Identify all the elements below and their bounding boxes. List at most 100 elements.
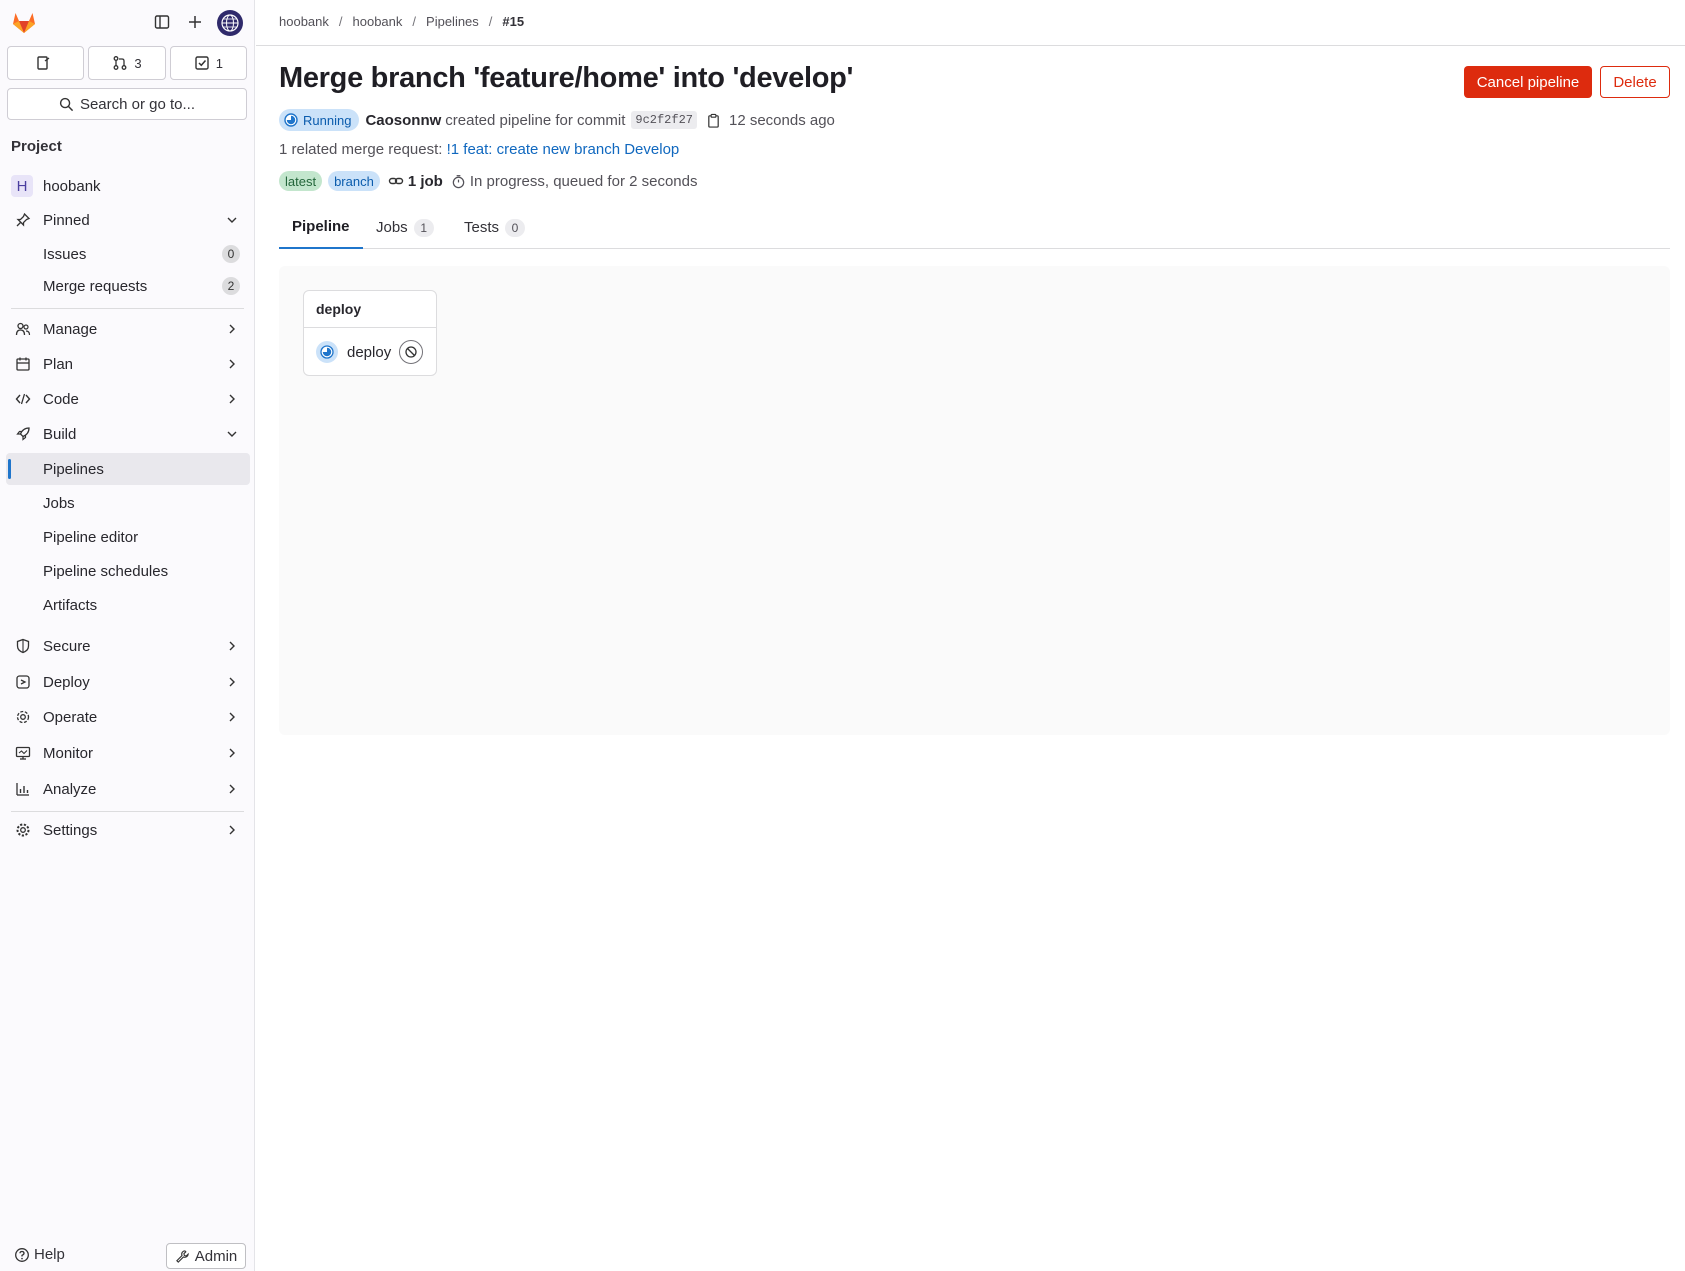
status-badge[interactable]: Running: [279, 109, 360, 131]
cloud-gear-icon: [14, 708, 32, 726]
breadcrumb-item[interactable]: hoobank: [353, 14, 403, 29]
sidebar-section-title: Project: [11, 138, 62, 155]
todo-icon: [195, 56, 209, 70]
sidebar: 3 1 Search or go to... Project H hoobank…: [0, 0, 255, 1271]
search-label: Search or go to...: [79, 95, 196, 113]
issues-icon: [36, 56, 50, 70]
pipeline-graph: deploy deploy: [279, 266, 1670, 735]
sidebar-item-jobs[interactable]: Jobs: [6, 487, 250, 519]
tab-jobs[interactable]: Jobs 1: [364, 206, 446, 249]
sidebar-item-analyze[interactable]: Analyze: [6, 773, 250, 805]
pinned-label: Pinned: [43, 211, 90, 229]
sidebar-item-pipelines[interactable]: Pipelines: [6, 453, 250, 485]
running-status-icon: [284, 113, 298, 127]
branch-badge[interactable]: branch: [328, 171, 380, 191]
admin-label: Admin: [194, 1247, 238, 1265]
chevron-right-icon: [229, 324, 235, 334]
search-button[interactable]: Search or go to...: [7, 88, 247, 120]
sidebar-item-label: Jobs: [43, 494, 75, 512]
sidebar-item-settings[interactable]: Settings: [6, 814, 250, 846]
cancel-pipeline-button[interactable]: Cancel pipeline: [1464, 66, 1592, 98]
related-merge-request: 1 related merge request: !1 feat: create…: [279, 141, 679, 158]
sidebar-item-secure[interactable]: Secure: [6, 630, 250, 662]
merge-requests-counter-button[interactable]: 3: [88, 46, 166, 80]
sidebar-counters: 3 1: [7, 46, 247, 80]
sidebar-item-pipeline-editor[interactable]: Pipeline editor: [6, 521, 250, 553]
status-label: Running: [303, 112, 352, 128]
sidebar-item-deploy[interactable]: Deploy: [6, 666, 250, 698]
tab-tests[interactable]: Tests 0: [452, 206, 537, 249]
plus-icon[interactable]: [183, 10, 207, 34]
time-ago: 12 seconds ago: [728, 111, 835, 129]
sidebar-divider: [11, 811, 244, 812]
job-item[interactable]: deploy: [316, 339, 424, 365]
stage-column: deploy deploy: [303, 290, 437, 376]
tab-pipeline[interactable]: Pipeline: [279, 206, 363, 249]
chevron-right-icon: [229, 748, 235, 758]
breadcrumb-separator: /: [338, 14, 343, 29]
sidebar-item-label: Deploy: [43, 673, 90, 691]
sidebar-item-label: Merge requests: [43, 277, 148, 295]
cancel-job-button[interactable]: [399, 340, 424, 364]
cancel-icon: [405, 346, 417, 358]
sidebar-item-label: Secure: [43, 637, 91, 655]
delete-button[interactable]: Delete: [1600, 66, 1670, 98]
project-name: hoobank: [43, 177, 101, 195]
tab-label: Tests: [464, 219, 500, 236]
breadcrumb-item[interactable]: Pipelines: [426, 14, 479, 29]
users-icon: [14, 320, 32, 338]
issues-counter-button[interactable]: [7, 46, 85, 80]
author-link[interactable]: Caosonnw: [365, 112, 441, 129]
help-icon: [15, 1247, 29, 1262]
issues-count-badge: 0: [222, 245, 240, 263]
search-icon: [59, 97, 74, 111]
sidebar-item-manage[interactable]: Manage: [6, 313, 250, 345]
breadcrumb: hoobank / hoobank / Pipelines / #15: [279, 14, 524, 29]
related-merge-request-link[interactable]: !1 feat: create new branch Develop: [447, 141, 680, 158]
page-title: Merge branch 'feature/home' into 'develo…: [279, 62, 854, 94]
commit-sha-link[interactable]: 9c2f2f27: [631, 111, 697, 129]
chevron-down-icon: [227, 431, 237, 437]
sidebar-item-label: Pipeline editor: [43, 528, 139, 546]
sidebar-item-code[interactable]: Code: [6, 383, 250, 415]
deploy-icon: [14, 673, 32, 691]
sidebar-item-plan[interactable]: Plan: [6, 348, 250, 380]
admin-button[interactable]: Admin: [166, 1243, 246, 1269]
chevron-right-icon: [229, 712, 235, 722]
chevron-right-icon: [229, 394, 235, 404]
sidebar-item-label: Manage: [43, 320, 98, 338]
gitlab-logo-icon[interactable]: [10, 8, 38, 36]
jobs-count: 1 job: [388, 173, 443, 190]
shield-icon: [14, 637, 32, 655]
help-button[interactable]: Help: [14, 1246, 65, 1263]
todos-counter-button[interactable]: 1: [169, 46, 247, 80]
sidebar-item-artifacts[interactable]: Artifacts: [6, 589, 250, 621]
sidebar-item-pinned[interactable]: Pinned: [6, 204, 250, 236]
copy-icon[interactable]: [706, 113, 721, 128]
sidebar-item-label: Pipelines: [43, 460, 104, 478]
toggle-sidebar-icon[interactable]: [150, 10, 174, 34]
progress-text: In progress, queued for 2 seconds: [469, 172, 698, 190]
latest-badge[interactable]: latest: [279, 171, 323, 191]
job-name: deploy: [347, 343, 392, 361]
pin-icon: [14, 211, 32, 229]
sidebar-item-operate[interactable]: Operate: [6, 701, 250, 733]
calendar-icon: [14, 355, 32, 373]
breadcrumb-item[interactable]: hoobank: [279, 14, 329, 29]
breadcrumb-current[interactable]: #15: [502, 14, 524, 29]
breadcrumb-separator: /: [488, 14, 493, 29]
sidebar-item-project[interactable]: H hoobank: [6, 170, 250, 202]
created-text: created pipeline for commit: [445, 111, 626, 129]
sidebar-item-merge-requests[interactable]: Merge requests 2: [6, 270, 250, 302]
chevron-right-icon: [229, 677, 235, 687]
merge-requests-counter-value: 3: [134, 55, 142, 71]
monitor-icon: [14, 744, 32, 762]
stage-title: deploy: [304, 291, 436, 328]
sidebar-item-monitor[interactable]: Monitor: [6, 737, 250, 769]
user-avatar[interactable]: [217, 10, 243, 36]
sidebar-item-pipeline-schedules[interactable]: Pipeline schedules: [6, 555, 250, 587]
chart-icon: [14, 780, 32, 798]
sidebar-item-build[interactable]: Build: [6, 418, 250, 450]
merge-request-icon: [113, 56, 127, 70]
sidebar-item-issues[interactable]: Issues 0: [6, 238, 250, 270]
